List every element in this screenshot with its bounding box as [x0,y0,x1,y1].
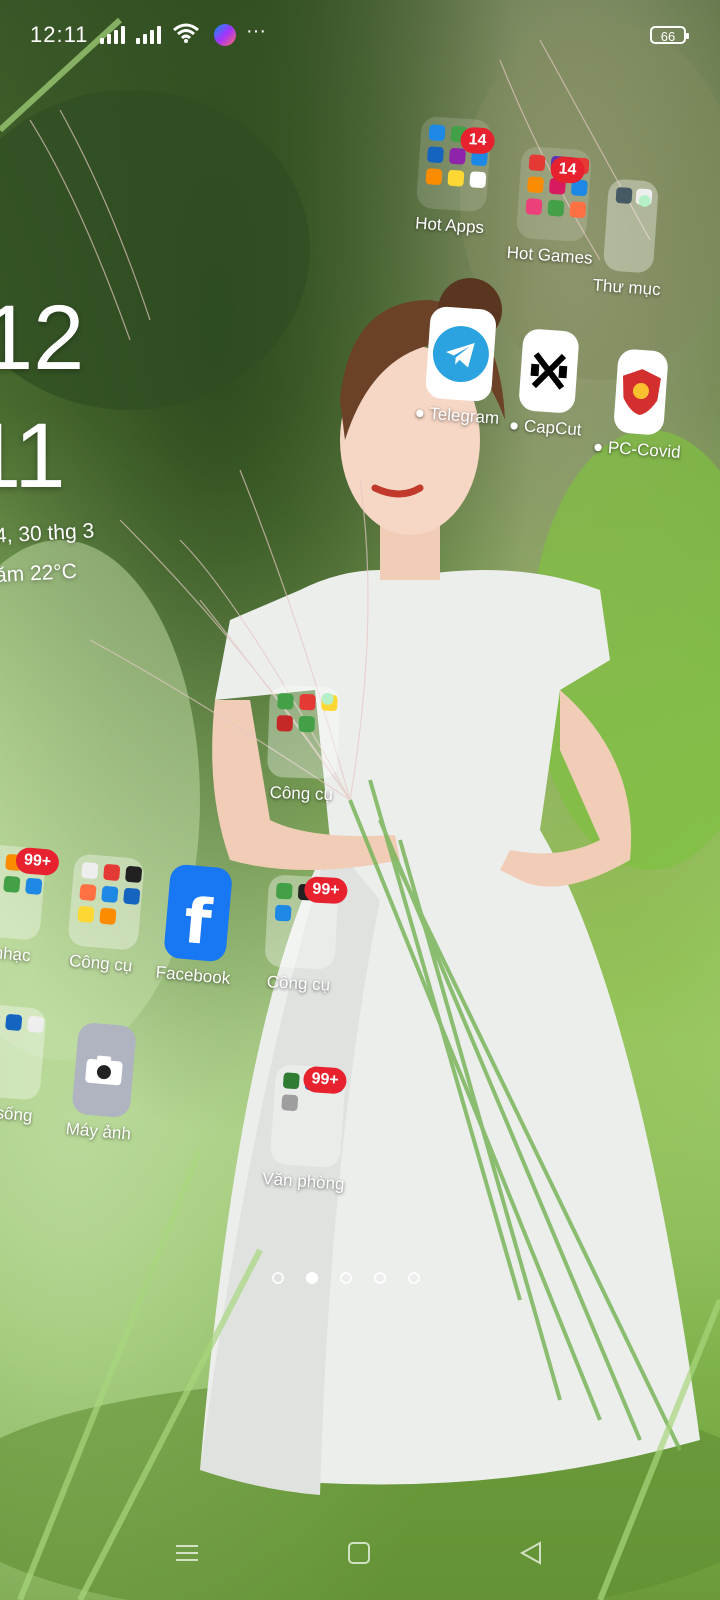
app-pc-covid-name: PC-Covid [607,437,682,462]
folder-van-phong[interactable]: 99+ Văn phòng [262,1063,353,1194]
clock-weather: ăm 22°C [0,559,78,588]
pc-covid-icon [612,348,669,436]
page-dot[interactable] [374,1272,386,1284]
folder-cong-cu-2-label: Công cụ [266,972,331,995]
signal-icon-2 [136,24,161,44]
wifi-icon [173,23,199,43]
folder-cong-cu-left-icon [67,853,146,951]
folder-cong-cu-left[interactable]: Công cụ [65,853,146,977]
folder-cong-cu-1-label: Công cụ [269,782,334,805]
status-bar: 12:11 ··· 66 [0,0,720,70]
folder-cong-cu-1[interactable]: Công cụ [266,684,341,805]
folder-van-phong-badge: 99+ [302,1065,348,1095]
app-pc-covid[interactable]: ● PC-Covid [592,347,687,463]
folder-hot-apps[interactable]: 14 Hot Apps [414,115,496,239]
folder-hot-games-badge: 14 [549,155,586,185]
page-dot[interactable] [340,1272,352,1284]
clock-hour: 12 [0,287,85,389]
clock-minute: 11 [0,405,66,507]
page-dot[interactable] [408,1272,420,1284]
signal-icon [100,24,125,44]
battery-icon: 66 [650,26,689,44]
app-telegram-name: Telegram [428,403,500,428]
facebook-icon: f [163,863,234,963]
folder-cuoc-song-label: ộc sống [0,1101,34,1126]
folder-thu-muc-icon [602,178,660,274]
folder-hot-games[interactable]: 14 Hot Games [506,145,600,269]
messenger-notification-icon [214,24,236,46]
telegram-icon [425,305,498,403]
app-facebook[interactable]: f Facebook [155,863,240,989]
home-icon[interactable] [344,1538,374,1568]
page-dot-active[interactable] [306,1272,318,1284]
folder-am-nhac-badge: 99+ [14,846,61,877]
folder-thu-muc[interactable]: Thư mục [592,178,668,300]
page-indicator[interactable] [272,1272,420,1284]
back-icon[interactable] [516,1538,546,1568]
navigation-bar [0,1510,720,1600]
folder-am-nhac-label: m nhạc [0,941,32,966]
app-capcut[interactable]: ● CapCut [508,328,588,441]
page-dot[interactable] [272,1272,284,1284]
app-camera[interactable]: Máy ảnh [65,1021,140,1144]
capcut-icon [518,328,581,414]
folder-cong-cu-2[interactable]: 99+ Công cụ [263,874,349,996]
camera-icon [70,1021,137,1119]
more-notifications-icon: ··· [246,20,266,42]
app-capcut-name: CapCut [523,416,583,440]
app-telegram[interactable]: ● Telegram [414,305,507,429]
folder-cuoc-song-icon [0,1003,48,1101]
folder-cong-cu-2-badge: 99+ [303,876,349,905]
menu-icon[interactable] [172,1538,202,1568]
status-time: 12:11 [30,22,89,47]
folder-hot-apps-badge: 14 [459,126,496,155]
